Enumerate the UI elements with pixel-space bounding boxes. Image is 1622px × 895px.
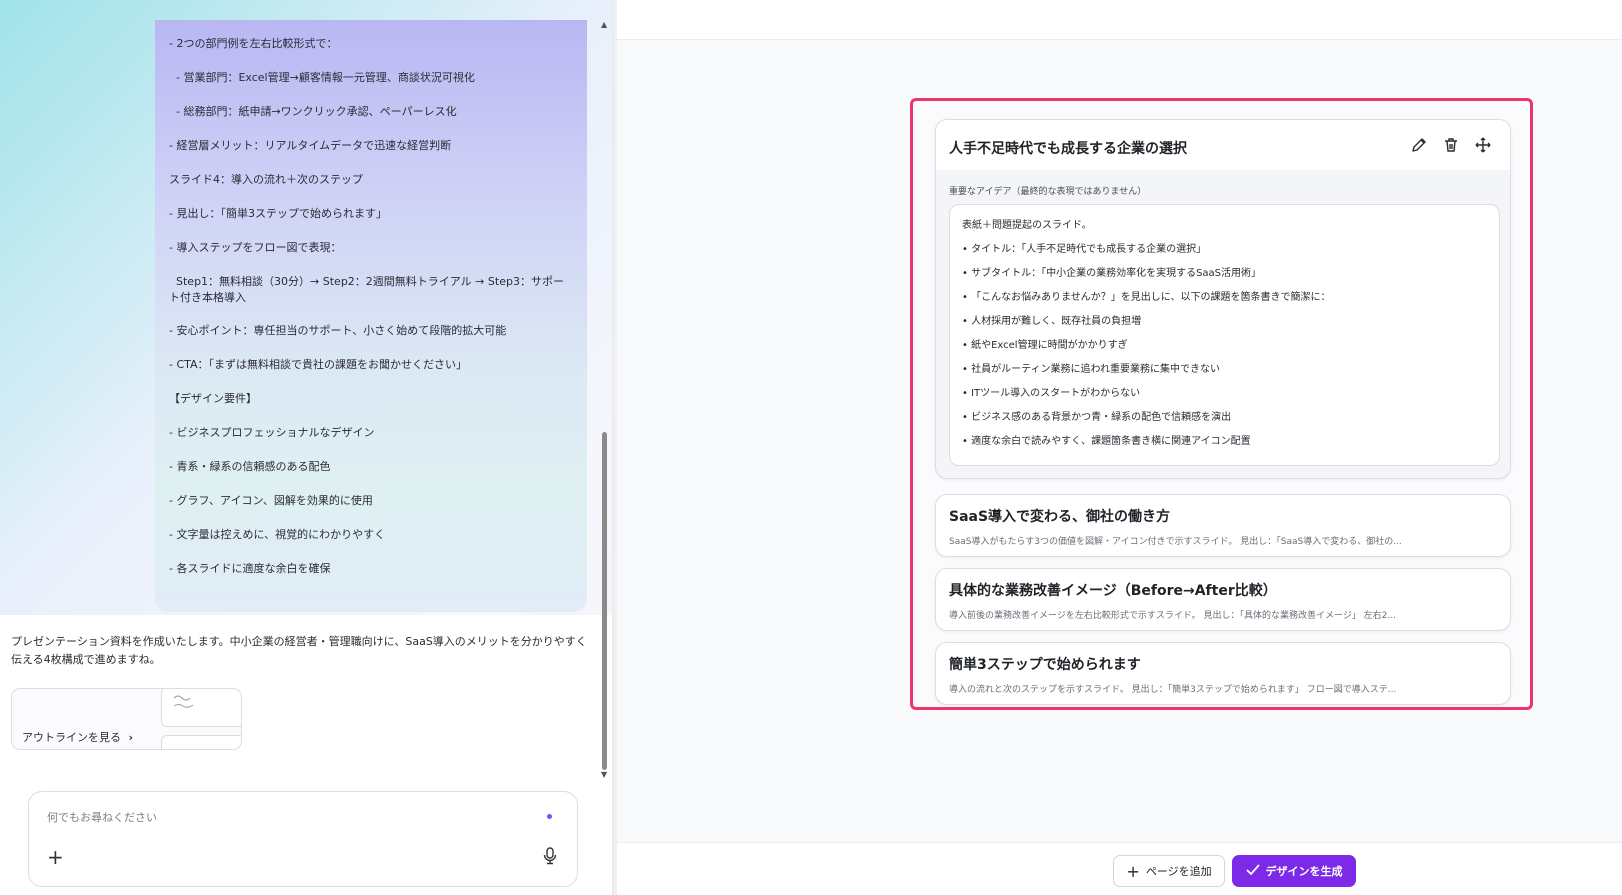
user-message-line: - 導入ステップをフロー図で表現： — [169, 240, 342, 254]
user-message-line: - 文字量は控えめに、視覚的にわかりやすく — [169, 528, 386, 542]
editor-top-bar — [617, 0, 1622, 40]
user-message-line: - 2つの部門例を左右比較形式で： — [169, 37, 338, 50]
user-message-line: 【デザイン要件】 — [169, 392, 257, 406]
user-message-line: - 営業部門：Excel管理→顧客情報一元管理、商談状況可視化 — [169, 70, 475, 84]
slide-title[interactable]: 人手不足時代でも成長する企業の選択 — [949, 138, 1187, 158]
slide-summary: 導入前後の業務改善イメージを左右比較形式で示すスライド。 見出し：「具体的な業務… — [949, 611, 1396, 621]
pencil-icon[interactable] — [1410, 136, 1428, 154]
plus-icon: + — [1126, 861, 1140, 881]
user-message-line: - CTA：「まずは無料相談で貴社の課題をお聞かせください」 — [169, 358, 468, 372]
key-idea-label: 重要なアイデア（最終的な表現ではありません） — [949, 187, 1147, 197]
idea-line: • ITツール導入のスタートがわからない — [962, 388, 1141, 399]
outline-button[interactable]: アウトラインを見る › — [22, 729, 133, 745]
idea-line: • ビジネス感のある背景かつ青・緑系の配色で信頼感を演出 — [962, 412, 1232, 423]
slide-card[interactable]: 人手不足時代でも成長する企業の選択 重要なアイデア（最終的な表現ではありません）… — [935, 119, 1511, 479]
generate-label: デザインを生成 — [1265, 865, 1343, 878]
chat-input-placeholder[interactable]: 何でもお尋ねください — [47, 809, 157, 825]
user-message-line: - 各スライドに適度な余白を確保 — [169, 562, 331, 575]
idea-line: • 紙やExcel管理に時間がかかりすぎ — [962, 340, 1128, 351]
slide-title[interactable]: 具体的な業務改善イメージ（Before→After比較） — [949, 580, 1277, 600]
trash-icon[interactable] — [1442, 136, 1460, 154]
chat-scrollbar-thumb[interactable] — [602, 432, 607, 770]
scroll-up-arrow[interactable]: ▲ — [601, 20, 607, 29]
add-page-button[interactable]: + ページを追加 — [1113, 855, 1225, 887]
idea-line: • 適度な余白で読みやすく、課題箇条書き横に関連アイコン配置 — [962, 436, 1251, 447]
chat-panel: - 2つの部門例を左右比較形式で： - 営業部門：Excel管理→顧客情報一元管… — [0, 0, 612, 895]
check-icon — [1245, 863, 1260, 879]
slide-card[interactable]: 具体的な業務改善イメージ（Before→After比較） 導入前後の業務改善イメ… — [935, 568, 1511, 631]
user-message-line: - 青系・緑系の信頼感のある配色 — [169, 460, 331, 474]
outline-thumbnail — [161, 689, 241, 727]
idea-line: 表紙＋問題提起のスライド。 — [962, 220, 1092, 231]
slide-card[interactable]: 簡単3ステップで始められます 導入の流れと次のステップを示すスライド。 見出し：… — [935, 642, 1511, 705]
idea-line: • 人材採用が難しく、既存社員の負担増 — [962, 316, 1142, 327]
chevron-right-icon: › — [128, 731, 134, 744]
assistant-message: プレゼンテーション資料を作成いたします。中小企業の経営者・管理職向けに、SaaS… — [11, 635, 587, 666]
user-message-line: スライド4：導入の流れ＋次のステップ — [169, 172, 363, 186]
editor-panel: 人手不足時代でも成長する企業の選択 重要なアイデア（最終的な表現ではありません）… — [617, 0, 1622, 895]
idea-line: • サブタイトル：「中小企業の業務効率化を実現するSaaS活用術」 — [962, 268, 1262, 279]
status-dot-icon — [547, 814, 552, 819]
chat-input-box[interactable]: 何でもお尋ねください + — [28, 791, 578, 887]
idea-line: • 「こんなお悩みありませんか？」を見出しに、以下の課題を箇条書きで簡潔に： — [962, 292, 1331, 303]
user-message-line: - 見出し：「簡単3ステップで始められます」 — [169, 206, 387, 220]
slide-card[interactable]: SaaS導入で変わる、御社の働き方 SaaS導入がもたらす3つの価値を図解・アイ… — [935, 494, 1511, 557]
user-message: - 2つの部門例を左右比較形式で： - 営業部門：Excel管理→顧客情報一元管… — [155, 20, 587, 612]
slide-outline-list: 人手不足時代でも成長する企業の選択 重要なアイデア（最終的な表現ではありません）… — [910, 98, 1533, 710]
slide-card-actions — [1410, 136, 1492, 154]
outline-label: アウトラインを見る — [22, 731, 121, 744]
key-idea-textarea[interactable]: 表紙＋問題提起のスライド。 • タイトル：「人手不足時代でも成長する企業の選択」 •… — [949, 204, 1500, 466]
user-message-line: - 経営層メリット：リアルタイムデータで迅速な経営判断 — [169, 138, 452, 152]
scroll-down-arrow[interactable]: ▼ — [601, 770, 607, 779]
user-message-line: - グラフ、アイコン、図解を効果的に使用 — [169, 494, 373, 508]
slide-summary: SaaS導入がもたらす3つの価値を図解・アイコン付きで示すスライド。 見出し：「… — [949, 537, 1402, 547]
move-icon[interactable] — [1474, 136, 1492, 154]
user-message-line: - 総務部門：紙申請→ワンクリック承認、ペーパーレス化 — [169, 104, 457, 118]
slide-title[interactable]: 簡単3ステップで始められます — [949, 654, 1141, 674]
slide-summary: 導入の流れと次のステップを示すスライド。 見出し：「簡単3ステップで始められます… — [949, 685, 1397, 695]
generate-design-button[interactable]: デザインを生成 — [1232, 855, 1356, 887]
user-message-line: Step1：無料相談（30分）→ Step2：2週間無料トライアル → Step… — [169, 274, 564, 304]
user-message-line: - ビジネスプロフェッショナルなデザイン — [169, 426, 375, 440]
plus-icon[interactable]: + — [47, 845, 64, 869]
outline-thumbnail — [161, 735, 241, 749]
idea-line: • 社員がルーティン業務に追われ重要業務に集中できない — [962, 364, 1220, 375]
mic-icon[interactable] — [543, 847, 557, 869]
outline-card[interactable]: アウトラインを見る › — [11, 688, 242, 750]
idea-line: • タイトル：「人手不足時代でも成長する企業の選択」 — [962, 244, 1207, 255]
user-message-line: - 安心ポイント：専任担当のサポート、小さく始めて段階的拡大可能 — [169, 324, 507, 338]
add-page-label: ページを追加 — [1145, 865, 1212, 878]
slide-title[interactable]: SaaS導入で変わる、御社の働き方 — [949, 506, 1170, 526]
